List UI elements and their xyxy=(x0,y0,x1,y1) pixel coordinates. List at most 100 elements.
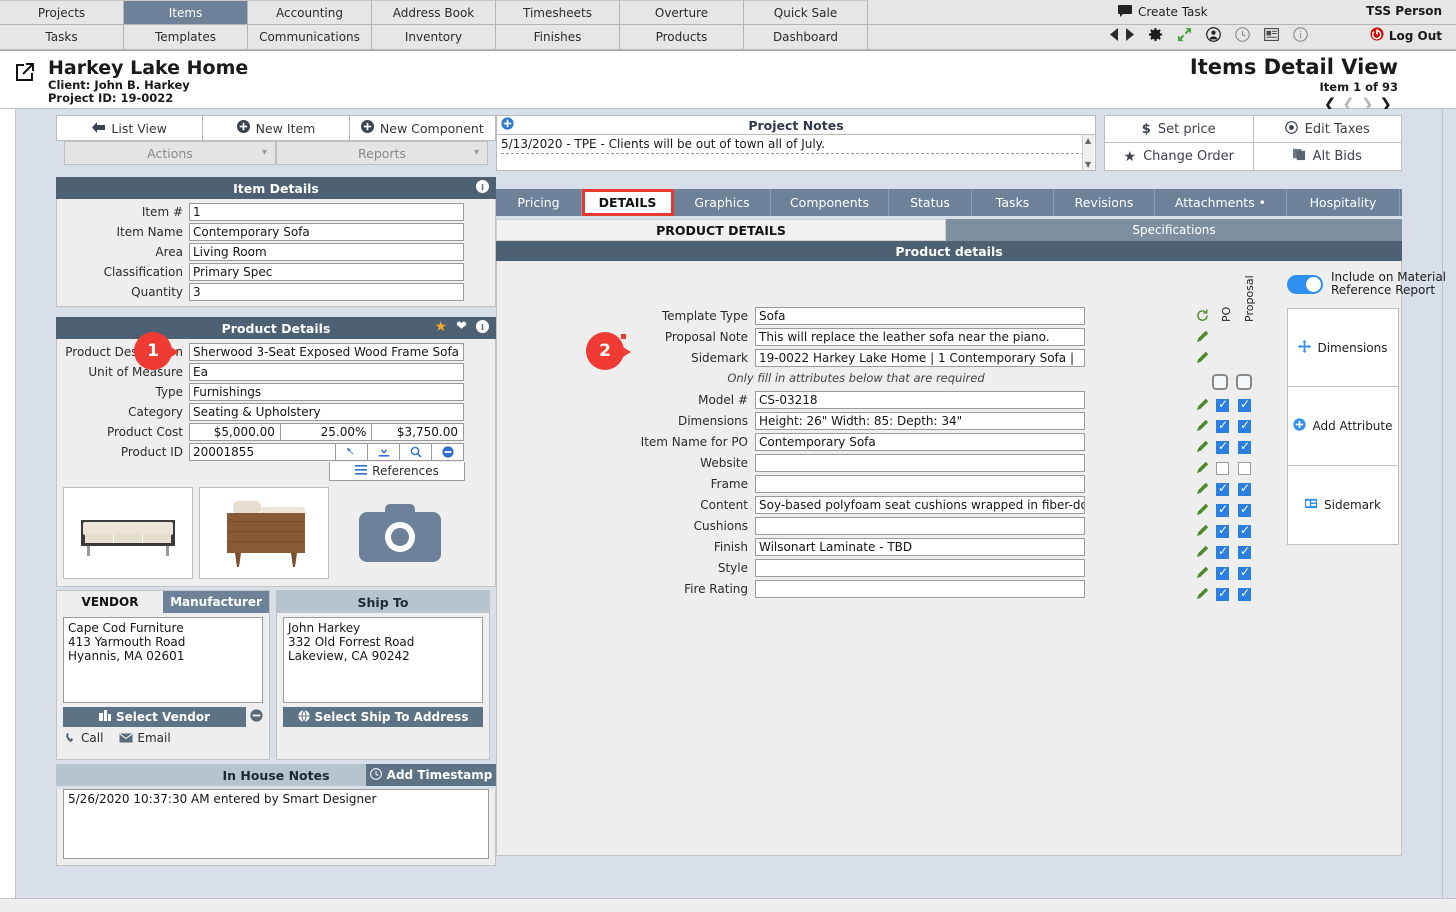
detail-tab-status[interactable]: Status xyxy=(889,189,972,216)
import-product-icon[interactable] xyxy=(368,443,400,461)
new-component-button[interactable]: New Component xyxy=(349,115,496,141)
product-id-field[interactable]: 20001855 xyxy=(189,443,336,461)
nav-tab-accounting[interactable]: Accounting xyxy=(248,0,372,25)
po-checkbox-dimensions[interactable] xyxy=(1216,418,1229,433)
proposal-checkbox-cushions[interactable] xyxy=(1238,523,1251,538)
attribute-field-website[interactable] xyxy=(755,454,1085,472)
subtab-specifications[interactable]: Specifications xyxy=(946,219,1402,241)
prev-icon[interactable] xyxy=(1110,28,1119,44)
proposal-checkbox-model[interactable] xyxy=(1238,397,1251,412)
proposal-select-all-checkbox[interactable] xyxy=(1236,374,1252,390)
vendor-address-field[interactable]: Cape Cod Furniture 413 Yarmouth Road Hya… xyxy=(63,617,263,703)
po-checkbox-website[interactable] xyxy=(1216,462,1229,475)
include-material-report-toggle[interactable] xyxy=(1287,274,1323,294)
detail-tab-revisions[interactable]: Revisions xyxy=(1054,189,1155,216)
detail-tab-components[interactable]: Components xyxy=(771,189,889,216)
edit-pencil-icon[interactable] xyxy=(1192,351,1212,367)
edit-pencil-icon[interactable] xyxy=(1192,440,1212,456)
po-checkbox-frame[interactable] xyxy=(1216,481,1229,496)
product-image-front[interactable] xyxy=(63,487,193,579)
scroll-up-icon[interactable]: ▲ xyxy=(1085,136,1091,145)
select-vendor-button[interactable]: Select Vendor xyxy=(63,707,246,727)
nav-tab-items[interactable]: Items xyxy=(124,0,248,25)
scroll-down-icon[interactable]: ▼ xyxy=(1085,160,1091,169)
edit-pencil-icon[interactable] xyxy=(1192,330,1212,346)
proposal-checkbox-item-name-for-po[interactable] xyxy=(1238,439,1251,454)
info-icon[interactable]: i xyxy=(476,180,489,196)
remove-product-icon[interactable] xyxy=(432,443,464,461)
add-timestamp-button[interactable]: Add Timestamp xyxy=(366,764,496,786)
clock-icon[interactable] xyxy=(1235,27,1250,45)
po-checkbox-cushions[interactable] xyxy=(1216,523,1229,538)
po-checkbox-finish[interactable] xyxy=(1216,544,1229,559)
attribute-field-content[interactable]: Soy-based polyfoam seat cushions wrapped… xyxy=(755,496,1085,514)
detail-tab-hospitality[interactable]: Hospitality xyxy=(1287,189,1400,216)
proposal-checkbox-finish[interactable] xyxy=(1238,544,1251,559)
logout-button[interactable]: Log Out xyxy=(1370,27,1442,44)
change-order-button[interactable]: ★ Change Order xyxy=(1104,143,1254,171)
ship-to-address-field[interactable]: John Harkey 332 Old Forrest Road Lakevie… xyxy=(283,617,483,703)
user-icon[interactable] xyxy=(1206,27,1221,45)
po-checkbox-item-name-for-po[interactable] xyxy=(1216,439,1229,454)
field-category[interactable]: Seating & Upholstery xyxy=(189,403,464,421)
tab-vendor[interactable]: VENDOR xyxy=(57,591,163,613)
new-item-button[interactable]: New Item xyxy=(203,115,350,141)
edit-pencil-icon[interactable] xyxy=(1192,587,1212,603)
proposal-checkbox-frame[interactable] xyxy=(1238,481,1251,496)
attribute-field-model[interactable]: CS-03218 xyxy=(755,391,1085,409)
po-checkbox-model[interactable] xyxy=(1216,397,1229,412)
project-notes-scrollbar[interactable]: ▲ ▼ xyxy=(1082,135,1094,170)
nav-tab-communications[interactable]: Communications xyxy=(248,25,372,50)
field-quantity[interactable]: 3 xyxy=(189,283,464,301)
detail-tab-attachments[interactable]: Attachments • xyxy=(1155,189,1287,216)
attribute-field-finish[interactable]: Wilsonart Laminate - TBD xyxy=(755,538,1085,556)
detail-tab-graphics[interactable]: Graphics xyxy=(674,189,771,216)
refresh-icon[interactable] xyxy=(1192,309,1212,325)
proposal-checkbox-style[interactable] xyxy=(1238,565,1251,580)
edit-pencil-icon[interactable] xyxy=(1192,503,1212,519)
field-item[interactable]: 1 xyxy=(189,203,464,221)
star-icon[interactable]: ★ xyxy=(435,320,448,336)
edit-taxes-button[interactable]: Edit Taxes xyxy=(1253,115,1402,143)
attribute-field-item-name-for-po[interactable]: Contemporary Sofa xyxy=(755,433,1085,451)
po-checkbox-style[interactable] xyxy=(1216,565,1229,580)
expand-icon[interactable] xyxy=(1177,27,1192,45)
references-button[interactable]: References xyxy=(329,462,465,481)
edit-pencil-icon[interactable] xyxy=(1192,482,1212,498)
nav-tab-overture[interactable]: Overture xyxy=(620,0,744,25)
edit-pencil-icon[interactable] xyxy=(1192,566,1212,582)
proposal-checkbox-content[interactable] xyxy=(1238,502,1251,517)
proposal-checkbox-fire-rating[interactable] xyxy=(1238,586,1251,601)
edit-pencil-icon[interactable] xyxy=(1192,419,1212,435)
notes-icon[interactable] xyxy=(1264,28,1279,44)
gear-icon[interactable] xyxy=(1148,27,1163,45)
project-notes-text[interactable]: 5/13/2020 - TPE - Clients will be out of… xyxy=(501,137,1089,154)
nav-tab-dashboard[interactable]: Dashboard xyxy=(744,25,868,50)
cost-total-field[interactable]: $3,750.00 xyxy=(372,423,464,441)
add-note-icon[interactable] xyxy=(501,117,514,133)
nav-tab-finishes[interactable]: Finishes xyxy=(496,25,620,50)
alt-bids-button[interactable]: Alt Bids xyxy=(1253,143,1402,171)
select-ship-to-button[interactable]: Select Ship To Address xyxy=(283,707,483,727)
tab-manufacturer[interactable]: Manufacturer xyxy=(163,591,269,613)
field-item-name[interactable]: Contemporary Sofa xyxy=(189,223,464,241)
po-checkbox-content[interactable] xyxy=(1216,502,1229,517)
cost-price-field[interactable]: $5,000.00 xyxy=(189,423,281,441)
edit-pencil-icon[interactable] xyxy=(1192,524,1212,540)
attribute-field-template-type[interactable]: Sofa xyxy=(755,307,1085,325)
page-scrollbar[interactable] xyxy=(1442,109,1456,902)
nav-tab-products[interactable]: Products xyxy=(620,25,744,50)
actions-dropdown[interactable]: Actions ▾ xyxy=(64,141,276,165)
chat-icon[interactable] xyxy=(1118,4,1132,20)
remove-vendor-icon[interactable] xyxy=(250,709,263,725)
po-select-all-checkbox[interactable] xyxy=(1212,374,1228,390)
detail-tab-pricing[interactable]: Pricing xyxy=(496,189,582,216)
add-photo-placeholder[interactable] xyxy=(335,487,465,579)
info-icon[interactable]: i xyxy=(476,320,489,336)
attribute-field-style[interactable] xyxy=(755,559,1085,577)
search-product-icon[interactable] xyxy=(400,443,432,461)
heart-icon[interactable]: ❤ xyxy=(456,320,467,336)
edit-pencil-icon[interactable] xyxy=(1192,461,1212,477)
field-classification[interactable]: Primary Spec xyxy=(189,263,464,281)
attribute-field-frame[interactable] xyxy=(755,475,1085,493)
